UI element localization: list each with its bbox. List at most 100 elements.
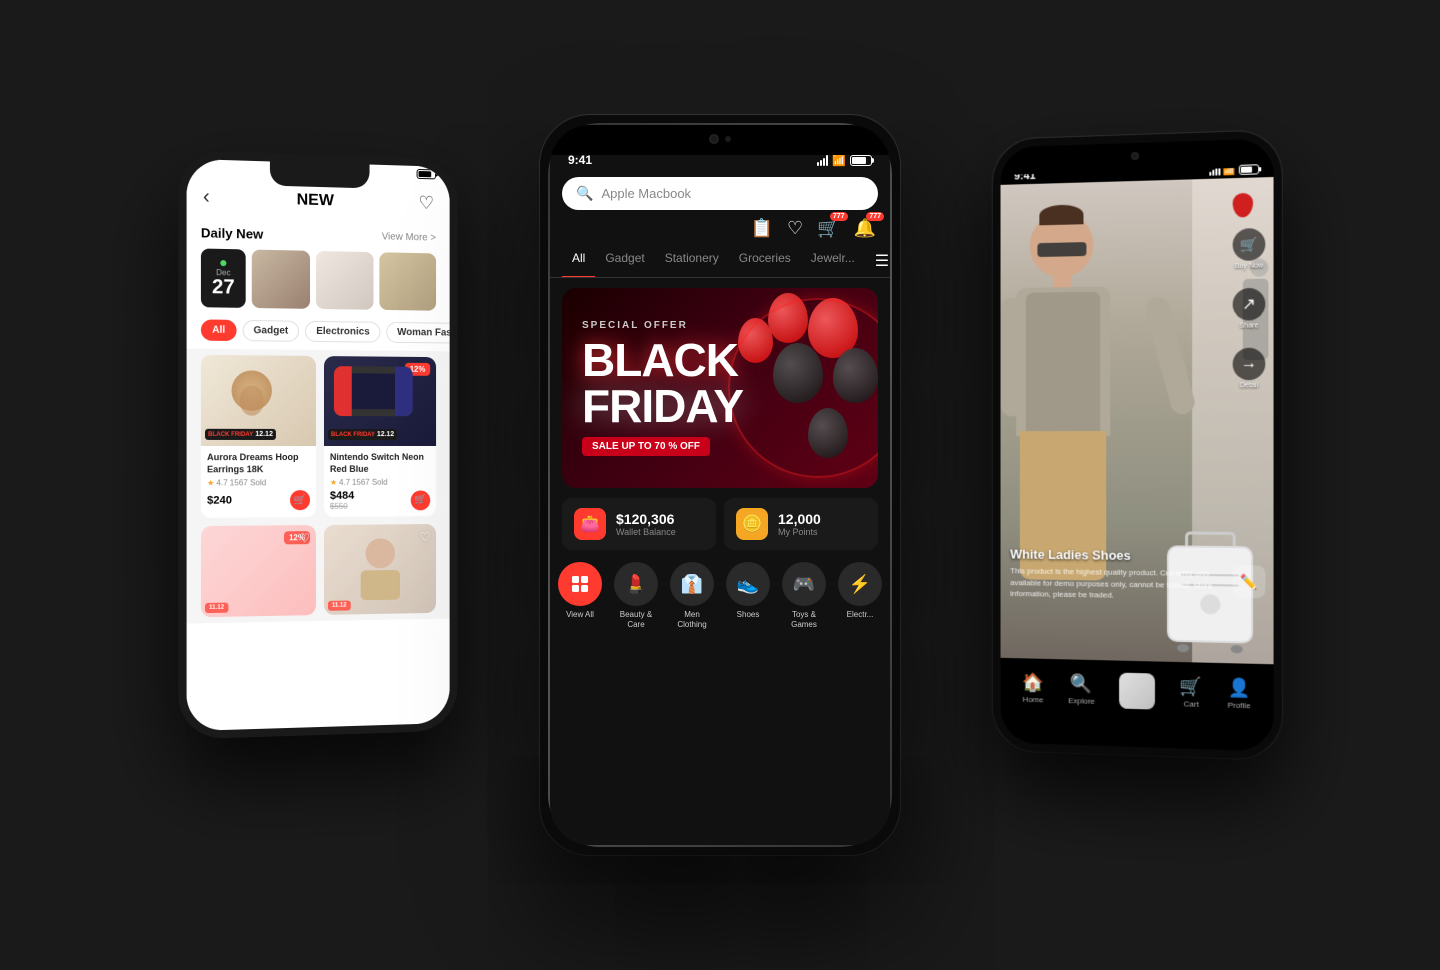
product-card-3[interactable]: 12% ♡ 11.12	[201, 525, 316, 617]
detail-action[interactable]: → Detail	[1233, 348, 1266, 390]
side-actions: 🛒 Buy Now ↗ Share → Detail	[1233, 228, 1266, 389]
bell-icon-center[interactable]: 🔔 777	[854, 218, 876, 239]
daily-day: 27	[212, 277, 235, 298]
share-action[interactable]: ↗ Share	[1233, 288, 1266, 330]
men-clothing-icon: 👔	[670, 562, 714, 606]
wallet-card: 👛 $120,306 Wallet Balance	[562, 498, 716, 550]
banner-title-black: BLACK	[582, 337, 743, 383]
category-shoes[interactable]: 👟 Shoes	[726, 562, 770, 629]
video-area: 🛒 Buy Now ↗ Share → Detail White Ladies …	[1001, 177, 1274, 664]
buy-now-action[interactable]: 🛒 Buy Now	[1233, 228, 1266, 270]
toys-label: Toys &Games	[791, 610, 817, 629]
electronics-icon: ⚡	[838, 562, 882, 606]
product-price-1: $240	[207, 495, 232, 507]
time-center: 9:41	[568, 153, 592, 167]
heart-button-left[interactable]: ♡	[418, 193, 434, 214]
filter-electronics[interactable]: Electronics	[305, 321, 380, 343]
view-all-label: View All	[566, 610, 594, 619]
person-arm-left	[1001, 298, 1024, 417]
product-old-price-2: $550	[330, 502, 354, 511]
daily-title: Daily New	[201, 225, 263, 242]
tab-gadget[interactable]: Gadget	[595, 245, 654, 277]
tab-jewelry[interactable]: Jewelr...	[801, 245, 865, 277]
search-icon-center: 🔍	[576, 185, 593, 202]
person-body	[1016, 286, 1110, 436]
filter-all[interactable]: All	[201, 319, 236, 341]
wallet-amount: $120,306	[616, 511, 676, 527]
bottom-cart[interactable]: 🛒 Cart	[1180, 676, 1203, 709]
category-toys[interactable]: 🎮 Toys &Games	[782, 562, 826, 629]
shoes-label: Shoes	[737, 610, 760, 619]
bottom-bar-right: 🏠 Home 🔍 Explore 🛒 Cart 👤 Profile	[1001, 658, 1274, 725]
tab-groceries[interactable]: Groceries	[729, 245, 801, 277]
bottom-explore[interactable]: 🔍 Explore	[1068, 673, 1095, 706]
star-icon: ★	[207, 479, 214, 488]
product-thumbnail	[1119, 673, 1155, 710]
product-title-right: White Ladies Shoes	[1010, 547, 1222, 565]
category-electronics[interactable]: ⚡ Electr...	[838, 562, 882, 629]
phone-center: 9:41 📶 �	[540, 115, 900, 855]
person-arm-right	[1143, 294, 1197, 417]
wishlist-icon[interactable]: ♡	[787, 218, 803, 239]
back-button-left[interactable]: ‹	[203, 186, 210, 209]
toys-icon: 🎮	[782, 562, 826, 606]
points-label: My Points	[778, 527, 821, 537]
product-rating-1: ★ 4.7 1567 Sold	[207, 478, 310, 487]
points-card: 🪙 12,000 My Points	[724, 498, 878, 550]
wallet-icon: 👛	[574, 508, 606, 540]
banner-title-friday: FRIDAY	[582, 383, 743, 429]
product-name-2: Nintendo Switch Neon Red Blue	[330, 452, 430, 475]
product-card-2[interactable]: 12% BLACK FRIDAY 12.12 Ninte	[324, 356, 436, 517]
product-card-4[interactable]: ♡ 11.12	[324, 524, 436, 615]
edit-icon[interactable]: ✏️	[1233, 565, 1266, 598]
buy-now-label: Buy Now	[1235, 262, 1264, 270]
bottom-home[interactable]: 🏠 Home	[1022, 672, 1044, 704]
banner-sale-text: SALE UP TO 70 % OFF	[582, 437, 710, 456]
points-icon: 🪙	[736, 508, 768, 540]
search-text-center[interactable]: Apple Macbook	[601, 186, 864, 201]
category-view-all[interactable]: View All	[558, 562, 602, 629]
category-men-clothing[interactable]: 👔 MenClothing	[670, 562, 714, 629]
beauty-icon: 💄	[614, 562, 658, 606]
tab-stationery[interactable]: Stationery	[655, 245, 729, 277]
detail-label: Detail	[1240, 382, 1258, 389]
product-img-3: 12% ♡ 11.12	[201, 525, 316, 617]
wallet-label: Wallet Balance	[616, 527, 676, 537]
product-img-2: 12% BLACK FRIDAY 12.12	[324, 356, 436, 446]
phone-left: 9:41 📶 ‹ NE	[178, 151, 457, 740]
filter-gadget[interactable]: Gadget	[242, 320, 299, 342]
phone-right: 9:41 📶	[993, 130, 1282, 760]
category-beauty[interactable]: 💄 Beauty &Care	[614, 562, 658, 629]
detail-icon: →	[1233, 348, 1266, 381]
heart-overlay-3: ♡	[299, 531, 310, 545]
beauty-label: Beauty &Care	[620, 610, 652, 629]
heart-overlay-4: ♡	[420, 530, 430, 544]
bottom-profile[interactable]: 👤 Profile	[1227, 677, 1250, 710]
bottom-thumb[interactable]	[1119, 673, 1155, 710]
filter-woman-fashion[interactable]: Woman Fashion	[386, 322, 449, 344]
star-icon-2: ★	[330, 478, 337, 487]
product-img-1: BLACK FRIDAY 12.12	[201, 355, 316, 446]
share-icon: ↗	[1233, 288, 1266, 321]
cart-badge: 777	[830, 212, 848, 221]
cart-icon-center[interactable]: 🛒 777	[817, 218, 839, 239]
cart-button-1[interactable]: 🛒	[290, 490, 310, 510]
buy-now-icon: 🛒	[1233, 228, 1266, 261]
person-head	[1030, 212, 1094, 278]
cart-button-2[interactable]: 🛒	[411, 490, 430, 510]
banner-subtitle: SPECIAL OFFER	[582, 320, 743, 331]
hamburger-icon[interactable]: ☰	[865, 245, 890, 277]
products-grid-left: BLACK FRIDAY 12.12 Aurora Dreams Hoop Ea…	[187, 349, 450, 624]
tab-all[interactable]: All	[562, 245, 595, 277]
share-label: Share	[1239, 322, 1258, 329]
product-desc-right: This product is the highest quality prod…	[1010, 566, 1222, 603]
list-icon[interactable]: 📋	[751, 218, 773, 239]
page-title-left: NEW	[297, 191, 334, 210]
product-name-1: Aurora Dreams Hoop Earrings 18K	[207, 452, 310, 476]
daily-new-section: Daily New View More > Dec 27	[187, 217, 450, 315]
men-clothing-label: MenClothing	[677, 610, 706, 629]
product-card-1[interactable]: BLACK FRIDAY 12.12 Aurora Dreams Hoop Ea…	[201, 355, 316, 518]
product-info-overlay: White Ladies Shoes This product is the h…	[1010, 547, 1222, 602]
view-more-link[interactable]: View More >	[382, 231, 436, 243]
product-img-4: ♡ 11.12	[324, 524, 436, 615]
